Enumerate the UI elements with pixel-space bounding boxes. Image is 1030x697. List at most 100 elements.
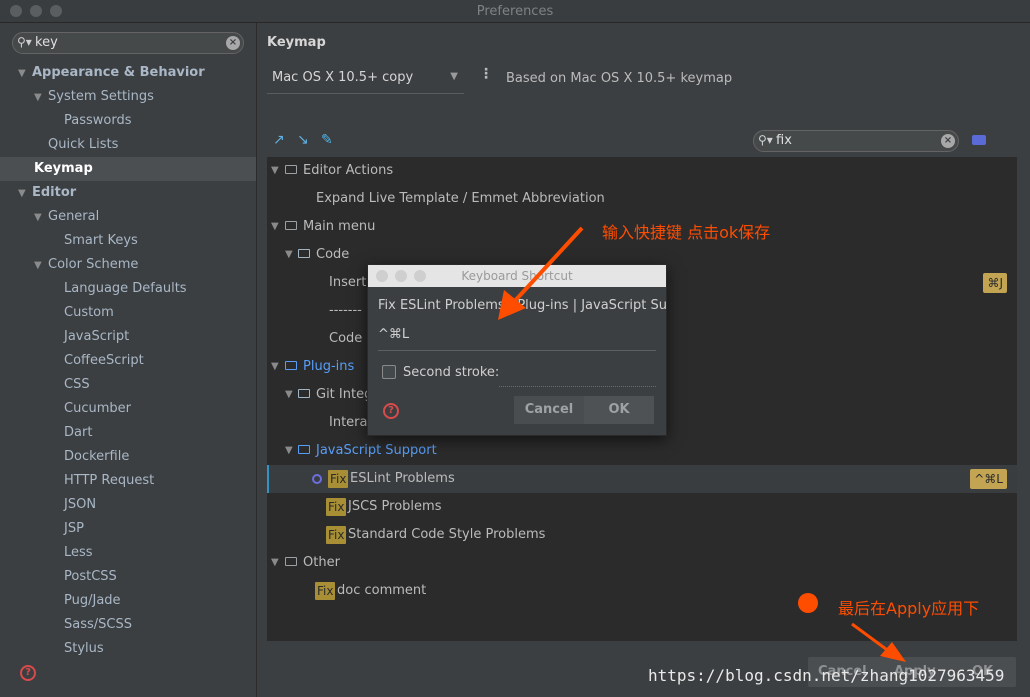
sidebar-item-custom[interactable]: Custom (50, 301, 114, 325)
sidebar-item-sass-scss[interactable]: Sass/SCSS (50, 613, 132, 637)
settings-search-field[interactable]: ⚲▾ key × (12, 32, 244, 54)
sidebar-item-label: Smart Keys (64, 233, 138, 248)
sidebar-item-label: HTTP Request (64, 473, 155, 488)
tree-label: Code (329, 331, 363, 346)
sidebar-item-label: Stylus (64, 641, 104, 656)
action-filter-field[interactable]: ⚲▾ fix × (753, 130, 959, 152)
chevron-down-icon: ▼ (450, 71, 458, 82)
collapse-all-icon[interactable]: ↘ (297, 132, 309, 148)
annotation-dot (798, 593, 818, 613)
expand-all-icon[interactable]: ↗ (273, 132, 285, 148)
chevron-down-icon: ▼ (271, 165, 279, 176)
tree-label: JSCS Problems (348, 499, 442, 514)
keymap-select-value: Mac OS X 10.5+ copy (272, 70, 414, 85)
sidebar-item-coffeescript[interactable]: CoffeeScript (50, 349, 144, 373)
sidebar-item-label: General (48, 209, 100, 224)
chevron-down-icon: ▼ (271, 361, 279, 372)
second-stroke-input[interactable] (499, 385, 656, 387)
chevron-down-icon: ▼ (285, 249, 293, 260)
dialog-help-icon[interactable]: ? (383, 403, 399, 419)
tree-row-javascript-support[interactable]: ▼ JavaScript Support (267, 437, 1017, 465)
fix-icon: Fix (315, 582, 336, 600)
keymap-select[interactable]: Mac OS X 10.5+ copy ▼ (267, 65, 464, 94)
second-stroke-checkbox[interactable] (382, 365, 396, 379)
sidebar-item-postcss[interactable]: PostCSS (50, 565, 117, 589)
dialog-ok-button[interactable]: OK (584, 396, 654, 424)
dialog-zoom-button[interactable] (414, 270, 426, 282)
sidebar-item-editor[interactable]: ▼ Editor (18, 181, 76, 205)
sidebar-item-less[interactable]: Less (50, 541, 93, 565)
tree-row-editor-actions[interactable]: ▼ Editor Actions (267, 157, 1017, 185)
sidebar-item-dart[interactable]: Dart (50, 421, 92, 445)
sidebar-item-json[interactable]: JSON (50, 493, 96, 517)
chevron-down-icon: ▼ (285, 389, 293, 400)
sidebar-item-label: Dockerfile (64, 449, 130, 464)
second-stroke-label: Second stroke: (403, 365, 500, 380)
tree-row-standard-code-style[interactable]: Fix Standard Code Style Problems (267, 521, 1017, 549)
clear-search-icon[interactable]: × (226, 36, 240, 50)
folder-icon (298, 249, 310, 258)
sidebar-item-stylus[interactable]: Stylus (50, 637, 104, 661)
find-by-shortcut-icon[interactable] (972, 135, 986, 145)
sidebar-item-http-request[interactable]: HTTP Request (50, 469, 154, 493)
search-icon: ⚲▾ (758, 133, 773, 147)
tree-row-eslint-problems[interactable]: Fix ESLint Problems ^⌘L (267, 465, 1017, 493)
settings-search-input[interactable]: key (35, 35, 58, 50)
more-options-icon[interactable]: ⋮ (479, 66, 493, 82)
sidebar-item-cucumber[interactable]: Cucumber (50, 397, 131, 421)
sidebar-item-label: Sass/SCSS (64, 617, 132, 632)
dialog-cancel-button[interactable]: Cancel (514, 396, 584, 424)
sidebar-item-javascript[interactable]: JavaScript (50, 325, 129, 349)
search-icon: ⚲▾ (17, 35, 32, 49)
sidebar-item-general[interactable]: ▼ General (34, 205, 99, 229)
sidebar-item-label: Appearance & Behavior (32, 65, 205, 80)
dialog-minimize-button[interactable] (395, 270, 407, 282)
folder-icon (298, 445, 310, 454)
sidebar-item-pug-jade[interactable]: Pug/Jade (50, 589, 121, 613)
dialog-close-button[interactable] (376, 270, 388, 282)
settings-sidebar: ⚲▾ key × ▼ Appearance & Behavior ▼ System S… (0, 23, 256, 697)
sidebar-item-label: JSON (64, 497, 97, 512)
sidebar-item-label: Quick Lists (48, 137, 119, 152)
sidebar-item-keymap[interactable]: Keymap (18, 157, 93, 181)
action-filter-input[interactable]: fix (776, 133, 792, 148)
help-icon[interactable]: ? (20, 665, 36, 681)
tree-label: Editor Actions (303, 163, 394, 178)
sidebar-item-label: Custom (64, 305, 114, 320)
sidebar-item-dockerfile[interactable]: Dockerfile (50, 445, 129, 469)
sidebar-item-jsp[interactable]: JSP (50, 517, 84, 541)
clear-filter-icon[interactable]: × (941, 134, 955, 148)
tree-label: Expand Live Template / Emmet Abbreviatio… (316, 191, 605, 206)
sidebar-item-label: PostCSS (64, 569, 117, 584)
edit-pencil-icon[interactable]: ✎ (321, 132, 333, 148)
sidebar-item-css[interactable]: CSS (50, 373, 90, 397)
sidebar-item-label: CSS (64, 377, 90, 392)
fix-icon: Fix (328, 470, 349, 488)
shortcut-badge: ⌘J (983, 273, 1007, 293)
window-titlebar: Preferences (0, 0, 1030, 23)
tree-row-other[interactable]: ▼ Other (267, 549, 1017, 577)
sidebar-item-smart-keys[interactable]: Smart Keys (50, 229, 138, 253)
fix-icon: Fix (326, 526, 347, 544)
tree-row-jscs-problems[interactable]: Fix JSCS Problems (267, 493, 1017, 521)
chevron-down-icon: ▼ (34, 212, 42, 223)
window-title: Preferences (476, 4, 554, 19)
sidebar-item-color-scheme[interactable]: ▼ Color Scheme (34, 253, 138, 277)
tree-row-expand-live-template[interactable]: Expand Live Template / Emmet Abbreviatio… (267, 185, 1017, 213)
folder-icon (285, 165, 297, 174)
tree-label: Main menu (303, 219, 376, 234)
annotation-top: 输入快捷键 点击ok保存 (602, 223, 771, 242)
page-title: Keymap (267, 35, 326, 50)
chevron-down-icon: ▼ (271, 557, 279, 568)
folder-icon (285, 557, 297, 566)
annotation-arrow-top (498, 226, 584, 320)
sidebar-item-system-settings[interactable]: ▼ System Settings (34, 85, 154, 109)
sidebar-item-passwords[interactable]: Passwords (50, 109, 132, 133)
sidebar-item-appearance-behavior[interactable]: ▼ Appearance & Behavior (18, 61, 205, 85)
sidebar-item-label: JavaScript (64, 329, 130, 344)
sidebar-item-quick-lists[interactable]: Quick Lists (34, 133, 118, 157)
first-stroke-input[interactable]: ^⌘L (378, 327, 409, 342)
sidebar-item-label: Color Scheme (48, 257, 139, 272)
sidebar-item-language-defaults[interactable]: Language Defaults (50, 277, 187, 301)
chevron-down-icon: ▼ (34, 260, 42, 271)
